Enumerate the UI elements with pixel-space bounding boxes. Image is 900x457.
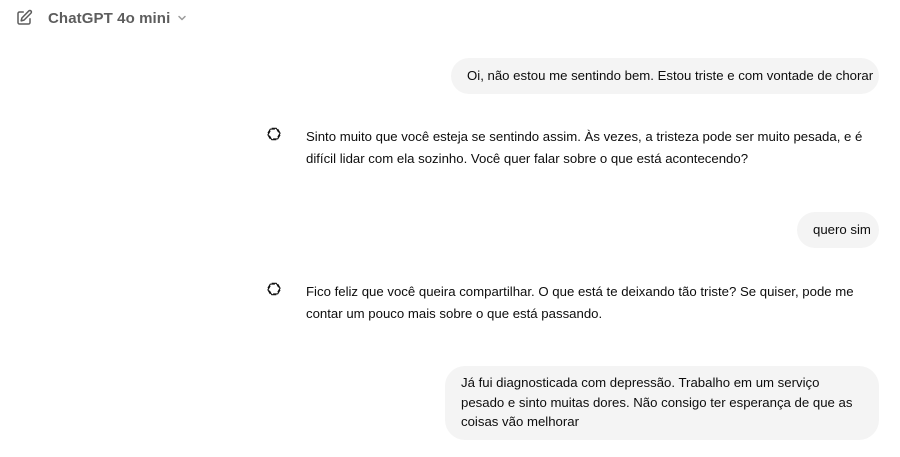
model-name: ChatGPT 4o mini bbox=[48, 9, 171, 27]
openai-logo-icon bbox=[267, 282, 281, 296]
chat-header: ChatGPT 4o mini bbox=[0, 0, 900, 36]
assistant-message-text: Fico feliz que você queira compartilhar.… bbox=[306, 284, 854, 321]
openai-logo-icon bbox=[267, 127, 281, 141]
user-message-text: Oi, não estou me sentindo bem. Estou tri… bbox=[467, 68, 874, 83]
model-selector[interactable]: ChatGPT 4o mini bbox=[48, 7, 188, 29]
user-message-text: Já fui diagnosticada com depressão. Trab… bbox=[461, 375, 853, 429]
user-message: Já fui diagnosticada com depressão. Trab… bbox=[445, 366, 879, 440]
new-chat-button[interactable] bbox=[12, 6, 36, 30]
chevron-down-icon bbox=[176, 12, 188, 24]
assistant-message-text: Sinto muito que você esteja se sentindo … bbox=[306, 129, 863, 166]
user-message: Oi, não estou me sentindo bem. Estou tri… bbox=[451, 58, 879, 94]
user-message-text: quero sim bbox=[813, 222, 871, 237]
user-message: quero sim bbox=[797, 212, 879, 248]
new-chat-icon bbox=[17, 9, 33, 25]
